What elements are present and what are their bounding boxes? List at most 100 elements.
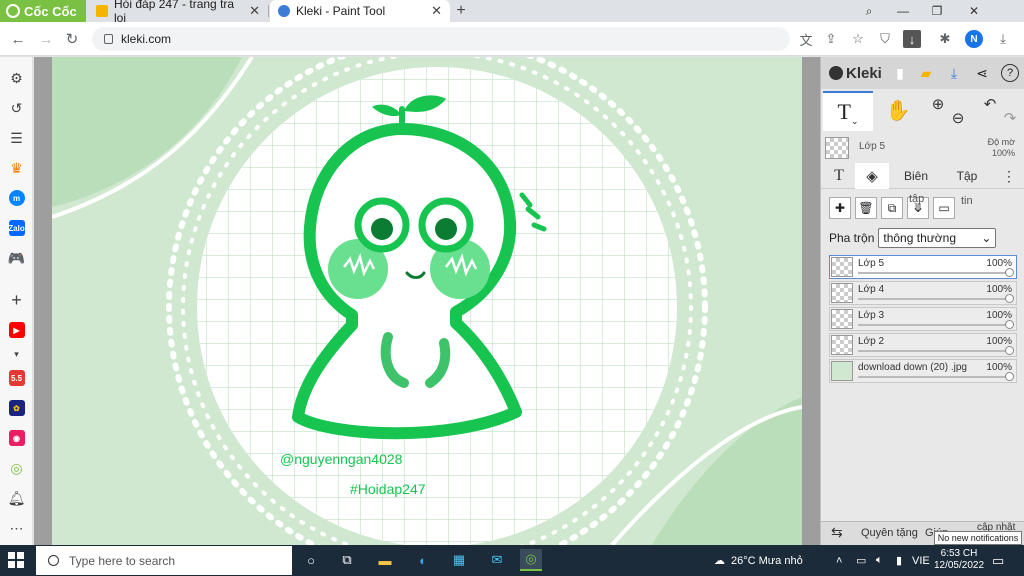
tab-file[interactable]: Tập (945, 163, 989, 189)
windows-start-icon[interactable] (8, 552, 24, 568)
shield-icon[interactable]: ⛉ (876, 30, 894, 48)
app-pink-icon[interactable]: ◉ (6, 429, 27, 447)
taskbar-clock[interactable]: 6:53 CH 12/05/2022 (932, 548, 986, 572)
shopping-icon[interactable]: 5.5 (6, 369, 27, 387)
zoom-out-icon[interactable]: ⊖ (949, 109, 967, 127)
swap-arrows-icon[interactable]: ⇆ (831, 524, 843, 541)
layer-opacity-slider[interactable] (858, 350, 1008, 352)
artwork-drawing (52, 57, 802, 545)
coccoc-taskbar-icon[interactable]: ◎ (520, 549, 542, 571)
extensions-puzzle-icon[interactable]: ✱ (936, 30, 954, 48)
layer-name: Lớp 3 (858, 310, 885, 321)
share-icon[interactable]: ⋖ (973, 64, 991, 82)
share-icon[interactable]: ⇪ (822, 30, 840, 48)
tab-hoidap[interactable]: Hỏi đáp 247 - trang tra loi ✕ (88, 0, 268, 25)
layer-opacity-slider[interactable] (858, 376, 1008, 378)
search-icon (48, 555, 59, 566)
minimize-window-icon[interactable]: — (886, 0, 920, 22)
back-arrow-icon[interactable]: ← (8, 29, 28, 49)
file-explorer-icon[interactable]: ▬ (374, 549, 396, 571)
save-download-icon[interactable]: ⤓ (945, 64, 963, 82)
slider-handle[interactable] (1005, 320, 1014, 329)
slider-handle[interactable] (1005, 346, 1014, 355)
artwork-canvas[interactable]: @nguyenngan4028 #Hoidap247 (52, 57, 802, 545)
edge-icon[interactable]: ◐ (412, 549, 434, 571)
settings-gear-icon[interactable]: ⚙ (6, 69, 27, 87)
forward-arrow-icon[interactable]: → (36, 29, 56, 49)
more-dots-icon[interactable]: ⋯ (6, 519, 27, 537)
download-icon[interactable]: ↓ (903, 30, 921, 48)
text-tool-button[interactable]: T ⌄ (823, 91, 873, 131)
layer-opacity-slider[interactable] (858, 272, 1008, 274)
help-icon[interactable]: ? (1001, 64, 1019, 82)
crown-icon[interactable]: ♛ (6, 159, 27, 177)
layer-opacity-slider[interactable] (858, 298, 1008, 300)
gamepad-icon[interactable]: 🎮 (6, 249, 27, 267)
close-icon[interactable]: ✕ (431, 3, 442, 19)
notification-center-icon[interactable]: ▭ (992, 545, 1004, 576)
close-window-icon[interactable]: ✕ (954, 0, 994, 22)
language-indicator[interactable]: VIE (912, 545, 930, 576)
tab-edit[interactable]: Biên (893, 163, 939, 189)
slider-handle[interactable] (1005, 268, 1014, 277)
tab-kleki[interactable]: Kleki - Paint Tool ✕ (270, 0, 450, 22)
translate-icon[interactable]: 文 (797, 30, 815, 48)
add-app-plus-icon[interactable]: + (6, 290, 27, 310)
chevron-down-icon[interactable]: ▾ (6, 345, 27, 363)
profile-avatar[interactable]: N (965, 30, 983, 48)
layer-opacity-slider[interactable] (858, 324, 1008, 326)
lotus-icon[interactable]: ✿ (6, 399, 27, 417)
zoom-in-icon[interactable]: ⊕ (929, 95, 947, 113)
taskbar-search-box[interactable]: Type here to search (36, 546, 292, 575)
notification-bell-icon[interactable]: 🔔︎ (6, 489, 27, 507)
address-bar[interactable]: kleki.com (92, 27, 790, 51)
layer-item[interactable]: Lớp 4 100% (829, 281, 1017, 305)
undo-icon[interactable]: ↶ (981, 95, 999, 113)
reading-list-icon[interactable]: ☰ (6, 129, 27, 147)
browser-toolbar: ← → ↻ kleki.com 文 ⇪ ☆ ⛉ ↓ ✱ N ⤓ (0, 22, 1024, 56)
redo-icon[interactable]: ↷ (1001, 109, 1019, 127)
rename-layer-icon[interactable]: ▭ (933, 197, 955, 219)
restore-window-icon[interactable]: ❐ (920, 0, 954, 22)
task-view-icon[interactable]: ⧉ (336, 549, 358, 571)
store-icon[interactable]: ▦ (448, 549, 470, 571)
more-menu-icon[interactable]: ⋮ (999, 163, 1019, 189)
history-icon[interactable]: ↺ (6, 99, 27, 117)
blend-mode-select[interactable]: thông thường ⌄ (878, 228, 997, 248)
tab-layers-icon[interactable]: ◈ (855, 163, 889, 189)
layer-item[interactable]: Lớp 3 100% (829, 307, 1017, 331)
tray-chevron-icon[interactable]: ˄ (836, 545, 842, 576)
close-icon[interactable]: ✕ (249, 3, 260, 19)
tab-search-icon[interactable]: ⌕ (852, 0, 886, 22)
donate-link[interactable]: Quyên tặng (861, 527, 918, 539)
open-folder-icon[interactable]: ▰ (917, 64, 935, 82)
reload-icon[interactable]: ↻ (62, 29, 82, 49)
layer-item[interactable]: Lớp 2 100% (829, 333, 1017, 357)
layer-item[interactable]: download down (20) .jpg 100% (829, 359, 1017, 383)
volume-icon[interactable]: 🔈︎ (876, 545, 883, 576)
canvas-area[interactable]: @nguyenngan4028 #Hoidap247 (34, 57, 820, 545)
cortana-circle-icon[interactable]: ○ (300, 549, 322, 571)
new-tab-button[interactable]: + (452, 0, 470, 22)
new-file-icon[interactable]: ▮ (891, 64, 909, 82)
tab-text-icon[interactable]: T (825, 163, 853, 189)
downloads-tray-icon[interactable]: ⤓ (994, 30, 1012, 48)
messenger-icon[interactable]: m (6, 189, 27, 207)
duplicate-layer-icon[interactable]: ⧉ (881, 197, 903, 219)
network-icon[interactable]: ▭ (856, 545, 866, 576)
weather-widget[interactable]: ☁ 26°C Mưa nhỏ (714, 545, 803, 576)
kleki-logo-text: Kleki (846, 64, 882, 82)
coccoc-sidebar-icon[interactable]: ◎ (6, 459, 27, 477)
battery-icon[interactable]: ▮ (896, 545, 902, 576)
youtube-icon[interactable]: ▶ (6, 321, 27, 339)
layer-item[interactable]: Lớp 5 100% (829, 255, 1017, 279)
slider-handle[interactable] (1005, 294, 1014, 303)
coccoc-brand-button[interactable]: Cốc Cốc (0, 0, 86, 22)
zalo-icon[interactable]: Zalo (6, 219, 27, 237)
slider-handle[interactable] (1005, 372, 1014, 381)
mail-icon[interactable]: ✉ (486, 549, 508, 571)
add-layer-icon[interactable]: ✚ (829, 197, 851, 219)
hand-tool-icon[interactable]: ✋ (885, 97, 911, 123)
delete-layer-icon[interactable]: 🗑︎ (855, 197, 877, 219)
bookmark-star-icon[interactable]: ☆ (849, 30, 867, 48)
